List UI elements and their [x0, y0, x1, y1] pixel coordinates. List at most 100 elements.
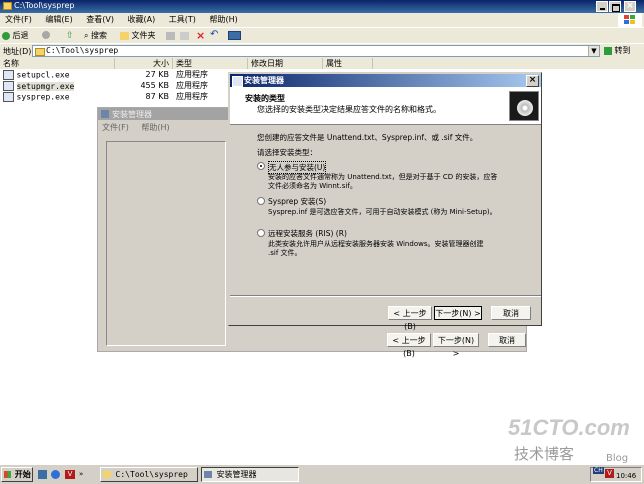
minimize-icon [600, 8, 605, 10]
wizard-title-bar[interactable]: 安装管理器 × [230, 74, 541, 87]
file-row[interactable]: setupmgr.exe 455 KB 应用程序 [3, 81, 233, 91]
bg-window-menu: 文件(F) 帮助(H) [102, 122, 170, 133]
wizard-app-icon [232, 76, 243, 87]
wizard-header-subtitle: 您选择的安装类型决定结果应答文件的名称和格式。 [257, 105, 441, 114]
undo-icon[interactable]: ↶ [210, 29, 218, 40]
folders-button[interactable]: 文件夹 [120, 30, 160, 41]
maximize-button[interactable] [609, 1, 621, 12]
task-explorer[interactable]: C:\Tool\sysprep [100, 467, 198, 482]
wizard-close-button[interactable]: × [526, 75, 539, 87]
file-size: 27 KB [145, 70, 169, 79]
system-tray: CH V 10:46 [590, 467, 642, 482]
bg-menu-help[interactable]: 帮助(H) [141, 123, 169, 132]
forward-button[interactable] [42, 31, 56, 41]
close-button[interactable]: × [624, 1, 636, 12]
file-size: 87 KB [145, 92, 169, 101]
wizard-back-button[interactable]: < 上一步(B) [388, 306, 432, 331]
forward-arrow-icon [42, 31, 50, 39]
explorer-title-bar[interactable]: C:\Tool\sysprep × [0, 0, 644, 13]
file-row[interactable]: sysprep.exe 87 KB 应用程序 [3, 92, 233, 102]
taskbar: 开始 V » C:\Tool\sysprep 安装管理器 CH V 10:46 [0, 464, 644, 484]
radio-sysprep[interactable] [257, 197, 265, 205]
minimize-button[interactable] [596, 1, 608, 12]
menu-file[interactable]: 文件(F) [5, 15, 32, 24]
file-row[interactable]: setupcl.exe 27 KB 应用程序 [3, 70, 233, 80]
wizard-next-button[interactable]: 下一步(N) > [434, 306, 482, 320]
copy-to-icon[interactable] [180, 32, 189, 40]
option-sysprep-label[interactable]: Sysprep 安装(S) [268, 196, 326, 207]
file-name: sysprep.exe [16, 92, 70, 102]
address-folder-icon [35, 48, 45, 56]
go-button[interactable]: 转到 [604, 45, 631, 56]
option-ris[interactable]: 远程安装服务 (RIS) (R) 此类安装允许用户从远程安装服务器安装 Wind… [257, 228, 537, 260]
col-type[interactable]: 类型 [173, 58, 248, 69]
bg-window-title: 安装管理器 [112, 110, 152, 119]
delete-icon[interactable]: × [196, 29, 205, 42]
col-size[interactable]: 大小 [115, 58, 173, 69]
choose-type-label: 请选择安装类型： [257, 148, 317, 157]
col-date[interactable]: 修改日期 [248, 58, 323, 69]
move-to-icon[interactable] [166, 32, 175, 40]
menu-view[interactable]: 查看(V) [86, 15, 114, 24]
start-button[interactable]: 开始 [1, 467, 33, 482]
watermark-blog-en: Blog [606, 453, 629, 464]
radio-ris[interactable] [257, 229, 265, 237]
col-attributes[interactable]: 属性 [323, 58, 373, 69]
wizard-cancel-button[interactable]: 取消 [491, 306, 531, 320]
menu-edit[interactable]: 编辑(E) [45, 15, 72, 24]
address-bar: 地址(D) C:\Tool\sysprep ▼ 转到 [0, 43, 644, 58]
close-icon: × [528, 75, 537, 85]
option-ris-desc2: .sif 文件。 [268, 249, 302, 257]
ql-ie-icon[interactable] [51, 470, 60, 479]
search-button[interactable]: ⌕ 搜索 [84, 30, 120, 41]
tray-lang[interactable]: CH [593, 467, 604, 474]
ql-more-icon[interactable]: » [79, 470, 83, 478]
wizard-header-disc-icon [509, 91, 539, 121]
up-arrow-icon: ⇧ [66, 31, 74, 41]
explorer-menu-bar: 文件(F) 编辑(E) 查看(V) 收藏(A) 工具(T) 帮助(H) [0, 13, 644, 27]
file-list-header: 名称 大小 类型 修改日期 属性 [0, 58, 644, 69]
wizard-divider [230, 295, 541, 297]
start-label: 开始 [14, 470, 31, 479]
option-ris-label[interactable]: 远程安装服务 (RIS) (R) [268, 228, 347, 239]
exe-icon [3, 92, 14, 102]
menu-help[interactable]: 帮助(H) [209, 15, 237, 24]
task-setup-manager[interactable]: 安装管理器 [201, 467, 299, 482]
windows-flag-icon [618, 13, 642, 27]
menu-favorites[interactable]: 收藏(A) [128, 15, 156, 24]
bg-back-button[interactable]: < 上一步(B) [387, 333, 431, 358]
file-name: setupmgr.exe [16, 81, 75, 91]
bg-next-button[interactable]: 下一步(N) > [433, 333, 479, 358]
tray-app-icon[interactable]: V [605, 469, 614, 478]
explorer-toolbar: 后退 ⇧ ⌕ 搜索 文件夹 × ↶ [0, 27, 644, 43]
file-type: 应用程序 [176, 92, 208, 101]
exe-icon [3, 81, 14, 91]
back-button[interactable]: 后退 [2, 30, 38, 41]
bg-cancel-button[interactable]: 取消 [488, 333, 526, 347]
menu-tools[interactable]: 工具(T) [169, 15, 196, 24]
radio-unattended[interactable] [257, 162, 265, 170]
ql-desktop-icon[interactable] [38, 470, 47, 479]
option-unattended-desc2: 文件必须命名为 Winnt.sif。 [268, 182, 357, 190]
search-label: 搜索 [91, 31, 108, 40]
task-folder-icon [103, 471, 111, 478]
windows-logo-icon [4, 471, 11, 478]
ql-app-icon[interactable]: V [65, 470, 75, 479]
folders-label: 文件夹 [131, 31, 156, 40]
col-name[interactable]: 名称 [0, 58, 115, 69]
clock: 10:46 [616, 472, 637, 480]
views-icon[interactable] [228, 31, 241, 40]
watermark-blog: 技术博客 [514, 445, 575, 463]
wizard-dialog[interactable]: 安装管理器 × 安装的类型 您选择的安装类型决定结果应答文件的名称和格式。 您创… [228, 72, 542, 331]
wizard-header: 安装的类型 您选择的安装类型决定结果应答文件的名称和格式。 [230, 87, 541, 125]
task-app-icon [204, 471, 212, 478]
address-dropdown-icon[interactable]: ▼ [588, 46, 599, 56]
bg-menu-file[interactable]: 文件(F) [102, 123, 129, 132]
option-unattended[interactable]: 无人参与安装(U) 安装的应答文件通常称为 Unattend.txt，但是对于基… [257, 161, 537, 193]
watermark: 51CTO.com 技术博客 Blog [500, 415, 640, 465]
option-sysprep[interactable]: Sysprep 安装(S) Sysprep.inf 是可选应答文件，可用于自动安… [257, 196, 537, 218]
up-folder-button[interactable]: ⇧ [66, 31, 78, 41]
address-input[interactable]: C:\Tool\sysprep ▼ [32, 45, 600, 57]
wizard-header-title: 安装的类型 [245, 94, 285, 103]
watermark-site: 51CTO.com [508, 415, 630, 440]
